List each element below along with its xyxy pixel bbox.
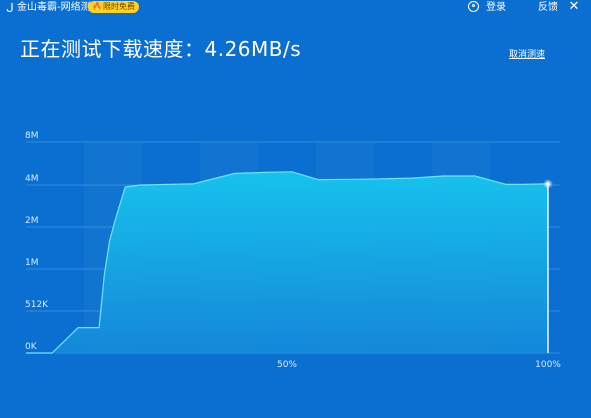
download-speed-chart: 0K 512K 1M 2M 4M 8M 50% 100% [25, 131, 561, 370]
y-tick-label: 2M [25, 216, 39, 226]
progress-point [546, 182, 550, 186]
x-tick-label: 100% [535, 360, 561, 370]
y-tick-label: 512K [25, 300, 49, 310]
y-tick-label: 8M [25, 131, 39, 141]
y-tick-label: 1M [25, 258, 39, 268]
x-tick-label: 50% [277, 360, 297, 370]
y-tick-label: 4M [25, 174, 39, 184]
y-tick-label: 0K [25, 342, 38, 352]
